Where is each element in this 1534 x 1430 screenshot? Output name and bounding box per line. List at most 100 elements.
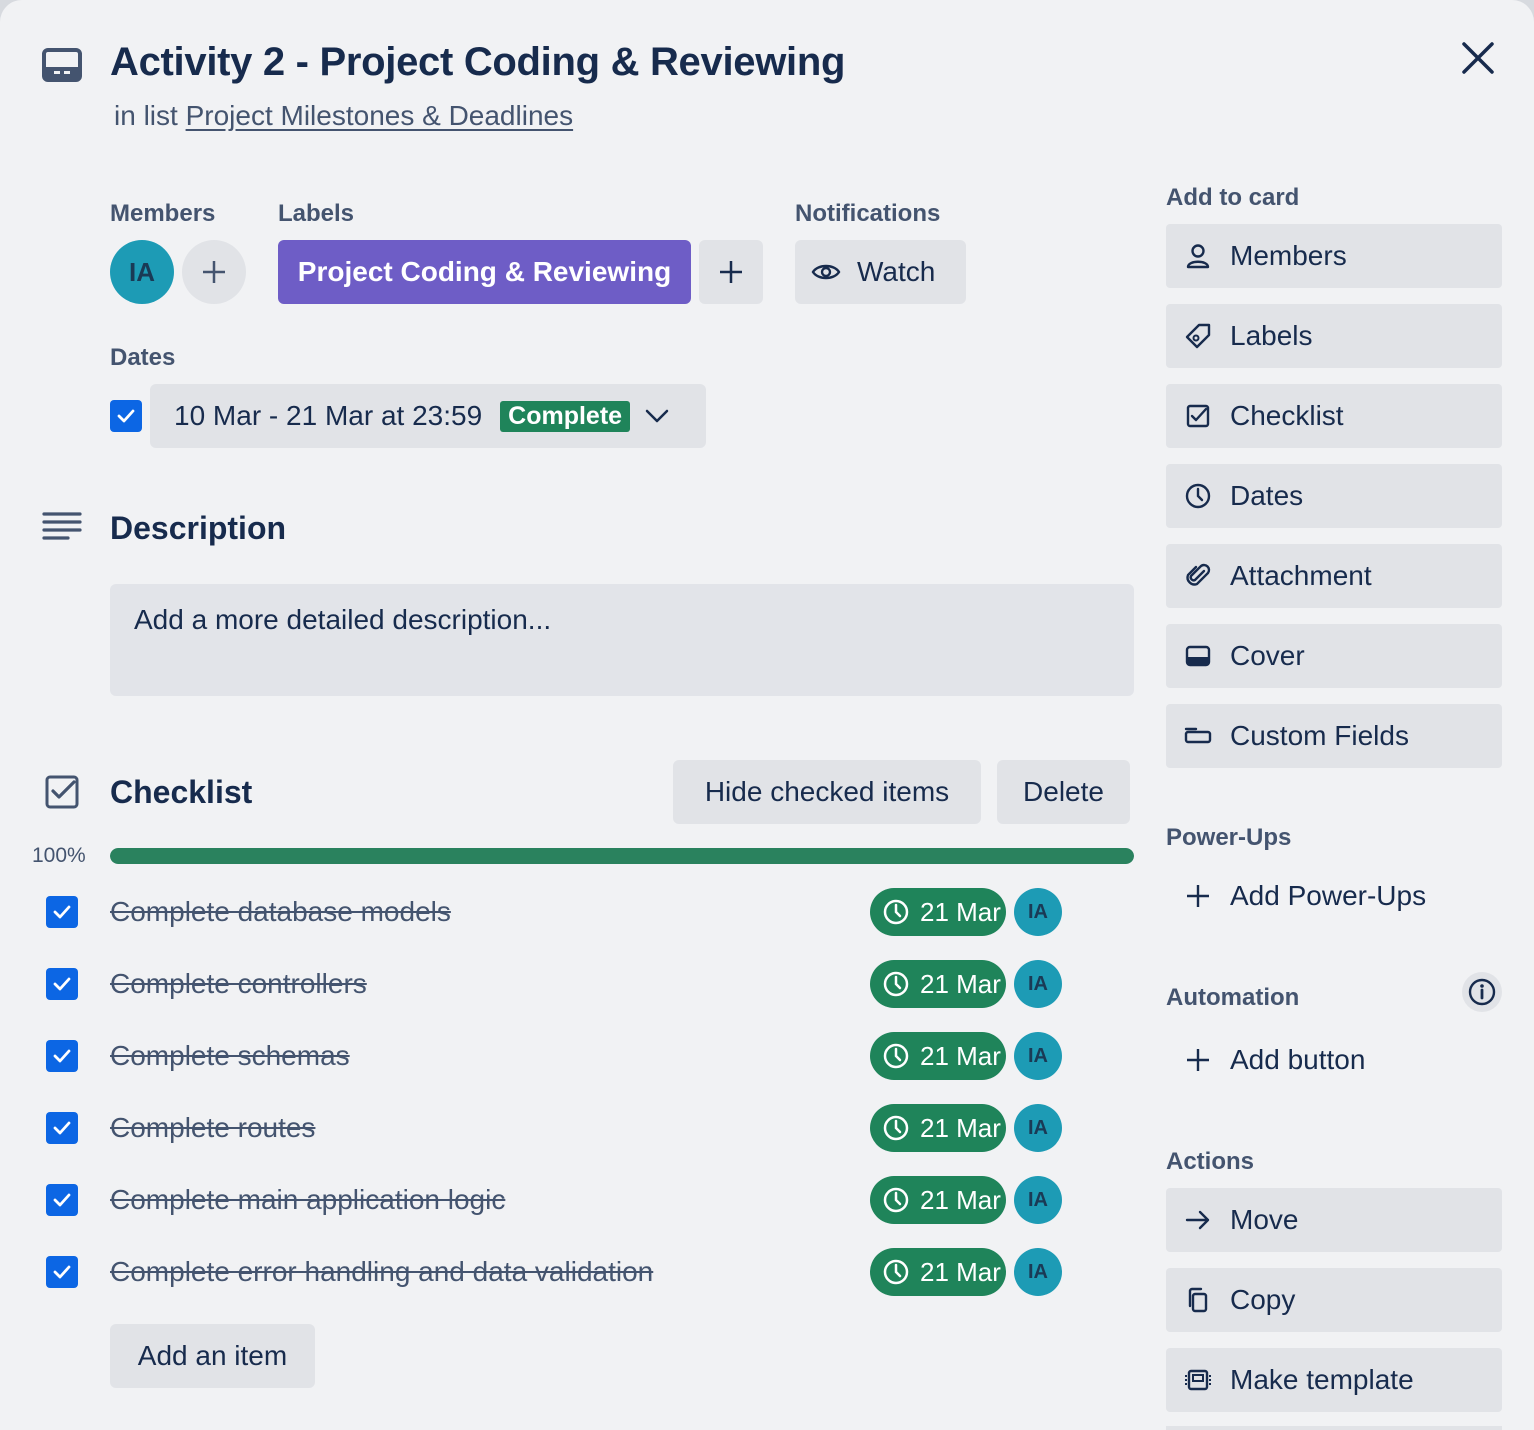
item-due-text: 21 Mar (920, 1040, 1001, 1071)
sidebar-overflow-button[interactable] (1166, 1426, 1502, 1430)
item-assignee-avatar[interactable]: IA (1014, 1248, 1062, 1296)
check-icon (53, 905, 71, 919)
copy-icon (1188, 1287, 1208, 1313)
item-checkbox[interactable] (46, 896, 78, 928)
add-member-button[interactable] (182, 240, 246, 304)
add-to-card-heading: Add to card (1166, 184, 1300, 211)
date-range-button[interactable]: 10 Mar - 21 Mar at 23:59 Complete (150, 384, 706, 448)
item-assignee-avatar[interactable]: IA (1014, 1104, 1062, 1152)
item-assignee-avatar[interactable]: IA (1014, 1032, 1062, 1080)
info-icon[interactable] (1462, 972, 1502, 1012)
powerups-heading: Power-Ups (1166, 824, 1292, 851)
add-label-button[interactable] (699, 240, 763, 304)
plus-icon (720, 261, 742, 283)
cover-icon (1185, 645, 1211, 667)
sidebar-members-button[interactable]: Members (1166, 224, 1502, 288)
sidebar-make-template-label: Make template (1230, 1364, 1414, 1395)
check-icon (53, 1049, 71, 1063)
add-button-button[interactable]: Add button (1166, 1028, 1502, 1092)
item-checkbox[interactable] (46, 1184, 78, 1216)
sidebar-cover-label: Cover (1230, 640, 1305, 671)
item-due-badge[interactable]: 21 Mar (870, 1032, 1006, 1080)
add-powerups-button[interactable]: Add Power-Ups (1166, 864, 1502, 928)
item-assignee-avatar[interactable]: IA (1014, 960, 1062, 1008)
sidebar-members-label: Members (1230, 240, 1347, 271)
plus-icon (1187, 885, 1209, 907)
sidebar-copy-label: Copy (1230, 1284, 1296, 1315)
list-link[interactable]: Project Milestones & Deadlines (186, 100, 574, 131)
check-icon (53, 977, 71, 991)
sidebar-dates-button[interactable]: Dates (1166, 464, 1502, 528)
progress-fill (110, 848, 1134, 864)
item-due-text: 21 Mar (920, 1256, 1001, 1287)
sidebar-attachment-button[interactable]: Attachment (1166, 544, 1502, 608)
paperclip-icon (1186, 563, 1211, 586)
delete-checklist-button[interactable]: Delete (997, 760, 1130, 824)
item-due-badge[interactable]: 21 Mar (870, 1248, 1006, 1296)
item-due-badge[interactable]: 21 Mar (870, 1104, 1006, 1152)
dates-heading: Dates (110, 344, 176, 371)
item-assignee-avatar[interactable]: IA (1014, 1176, 1062, 1224)
date-complete-checkbox[interactable] (110, 400, 142, 432)
sidebar-labels-button[interactable]: Labels (1166, 304, 1502, 368)
add-item-button[interactable]: Add an item (110, 1324, 315, 1388)
card-title[interactable]: Activity 2 - Project Coding & Reviewing (110, 40, 845, 85)
add-button-label: Add button (1230, 1044, 1366, 1075)
automation-heading: Automation (1166, 984, 1300, 1011)
item-due-badge[interactable]: 21 Mar (870, 888, 1006, 936)
tag-icon (1185, 323, 1211, 349)
card-list-info: in list Project Milestones & Deadlines (114, 100, 573, 132)
item-due-badge[interactable]: 21 Mar (870, 960, 1006, 1008)
clock-icon (1185, 483, 1211, 509)
person-icon (1186, 244, 1210, 269)
sidebar-custom-fields-button[interactable]: Custom Fields (1166, 704, 1502, 768)
member-avatar[interactable]: IA (110, 240, 174, 304)
card-detail-modal: Activity 2 - Project Coding & Reviewing … (0, 0, 1534, 1430)
checklist-icon (44, 774, 84, 814)
hide-checked-button[interactable]: Hide checked items (673, 760, 981, 824)
item-text[interactable]: Complete error handling and data validat… (110, 1256, 653, 1288)
label-chip[interactable]: Project Coding & Reviewing (278, 240, 691, 304)
actions-heading: Actions (1166, 1148, 1255, 1175)
item-checkbox[interactable] (46, 1256, 78, 1288)
description-input[interactable]: Add a more detailed description... (110, 584, 1134, 696)
sidebar-move-label: Move (1230, 1204, 1299, 1235)
item-text[interactable]: Complete routes (110, 1112, 315, 1144)
sidebar-copy-button[interactable]: Copy (1166, 1268, 1502, 1332)
check-icon (53, 1193, 71, 1207)
close-icon[interactable] (1456, 36, 1500, 80)
sidebar-dates-label: Dates (1230, 480, 1304, 511)
sidebar-checklist-button[interactable]: Checklist (1166, 384, 1502, 448)
item-text[interactable]: Complete schemas (110, 1040, 350, 1072)
progress-bar (110, 848, 1134, 864)
add-powerups-label: Add Power-Ups (1230, 880, 1427, 911)
item-checkbox[interactable] (46, 968, 78, 1000)
sidebar-labels-label: Labels (1230, 320, 1313, 351)
members-heading: Members (110, 200, 216, 227)
clock-icon (883, 971, 909, 997)
item-checkbox[interactable] (46, 1112, 78, 1144)
item-text[interactable]: Complete controllers (110, 968, 367, 1000)
sidebar-cover-button[interactable]: Cover (1166, 624, 1502, 688)
date-range-text: 10 Mar - 21 Mar at 23:59 (174, 400, 483, 431)
check-icon (53, 1121, 71, 1135)
plus-icon (203, 261, 225, 283)
item-assignee-avatar[interactable]: IA (1014, 888, 1062, 936)
item-due-badge[interactable]: 21 Mar (870, 1176, 1006, 1224)
checklist-heading: Checklist (110, 774, 253, 810)
checklist-icon (1186, 404, 1210, 428)
item-due-text: 21 Mar (920, 1112, 1001, 1143)
chevron-down-icon (645, 409, 669, 423)
check-icon (117, 409, 135, 423)
list-prefix: in list (114, 100, 178, 131)
sidebar-checklist-label: Checklist (1230, 400, 1344, 431)
labels-heading: Labels (278, 200, 355, 227)
watch-button[interactable]: Watch (795, 240, 966, 304)
item-text[interactable]: Complete database models (110, 896, 451, 928)
item-text[interactable]: Complete main application logic (110, 1184, 505, 1216)
notifications-heading: Notifications (795, 200, 941, 227)
clock-icon (883, 899, 909, 925)
sidebar-move-button[interactable]: Move (1166, 1188, 1502, 1252)
item-checkbox[interactable] (46, 1040, 78, 1072)
sidebar-make-template-button[interactable]: Make template (1166, 1348, 1502, 1412)
